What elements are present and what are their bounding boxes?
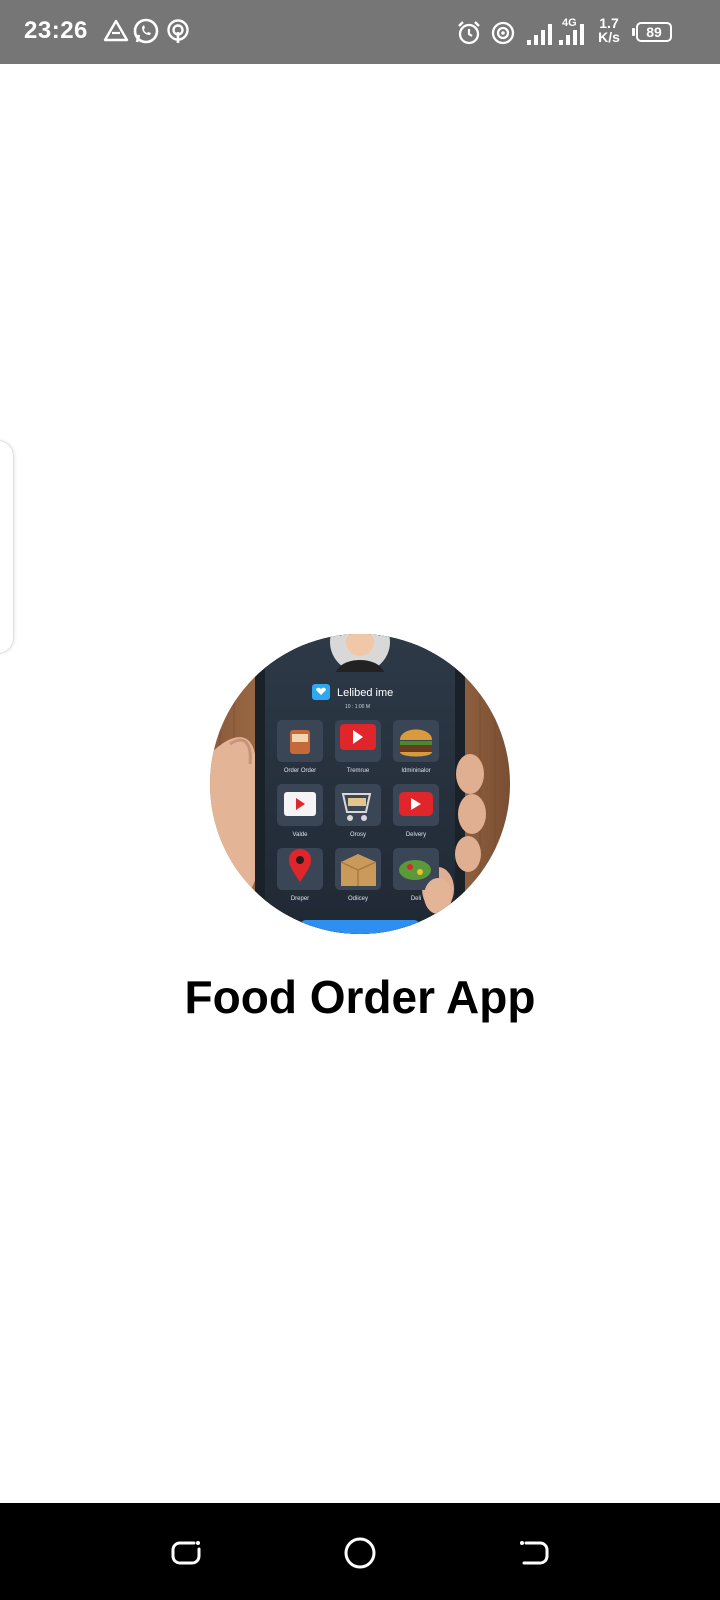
back-icon[interactable] bbox=[516, 1535, 552, 1571]
recents-icon[interactable] bbox=[168, 1535, 204, 1571]
tile-label: Deli bbox=[411, 896, 421, 902]
app-title: Food Order App bbox=[184, 971, 536, 1023]
hotspot-icon bbox=[491, 21, 515, 45]
tile-label: Dreper bbox=[291, 896, 309, 902]
system-status-icons: 4G 1.7 K/s 89 bbox=[456, 14, 696, 50]
hotspot-icon bbox=[167, 19, 189, 43]
food-app-phone-illustration: Lelibed ime 10 : 1:00 M Order Order Trem… bbox=[210, 634, 510, 934]
phone-subheader-text: 10 : 1:00 M bbox=[345, 704, 370, 710]
tile-label: Delvery bbox=[406, 832, 426, 838]
network-type: 4G bbox=[562, 17, 577, 29]
tile-label: Orosy bbox=[350, 832, 366, 838]
status-time: 23:26 bbox=[24, 17, 88, 44]
network-speed: 1.7 K/s bbox=[592, 16, 626, 44]
home-icon[interactable] bbox=[342, 1535, 378, 1571]
signal-4g-icon: 4G bbox=[559, 17, 584, 45]
phone-header-text: Lelibed ime bbox=[337, 687, 393, 699]
status-bar: 23:26 4G 1.7 K/s 89 bbox=[0, 0, 720, 64]
tile-label: Idmininalor bbox=[401, 768, 430, 774]
battery-tip bbox=[632, 28, 635, 36]
edge-panel-handle[interactable] bbox=[0, 440, 14, 654]
speed-value: 1.7 bbox=[599, 15, 619, 31]
app-logo-image: Lelibed ime 10 : 1:00 M Order Order Trem… bbox=[210, 634, 510, 934]
tile-label: Odiicey bbox=[348, 896, 368, 902]
tile-label: Tremrue bbox=[347, 768, 370, 774]
drive-icon bbox=[103, 19, 129, 42]
battery-level: 89 bbox=[646, 24, 662, 40]
navigation-bar bbox=[0, 1503, 720, 1600]
signal-icon bbox=[527, 24, 552, 45]
alarm-icon bbox=[458, 21, 480, 45]
tile-label: Order Order bbox=[284, 768, 316, 774]
speed-unit: K/s bbox=[598, 29, 620, 45]
tile-label: Valde bbox=[293, 832, 309, 838]
whatsapp-icon bbox=[133, 18, 159, 44]
battery-icon: 89 bbox=[636, 22, 672, 42]
